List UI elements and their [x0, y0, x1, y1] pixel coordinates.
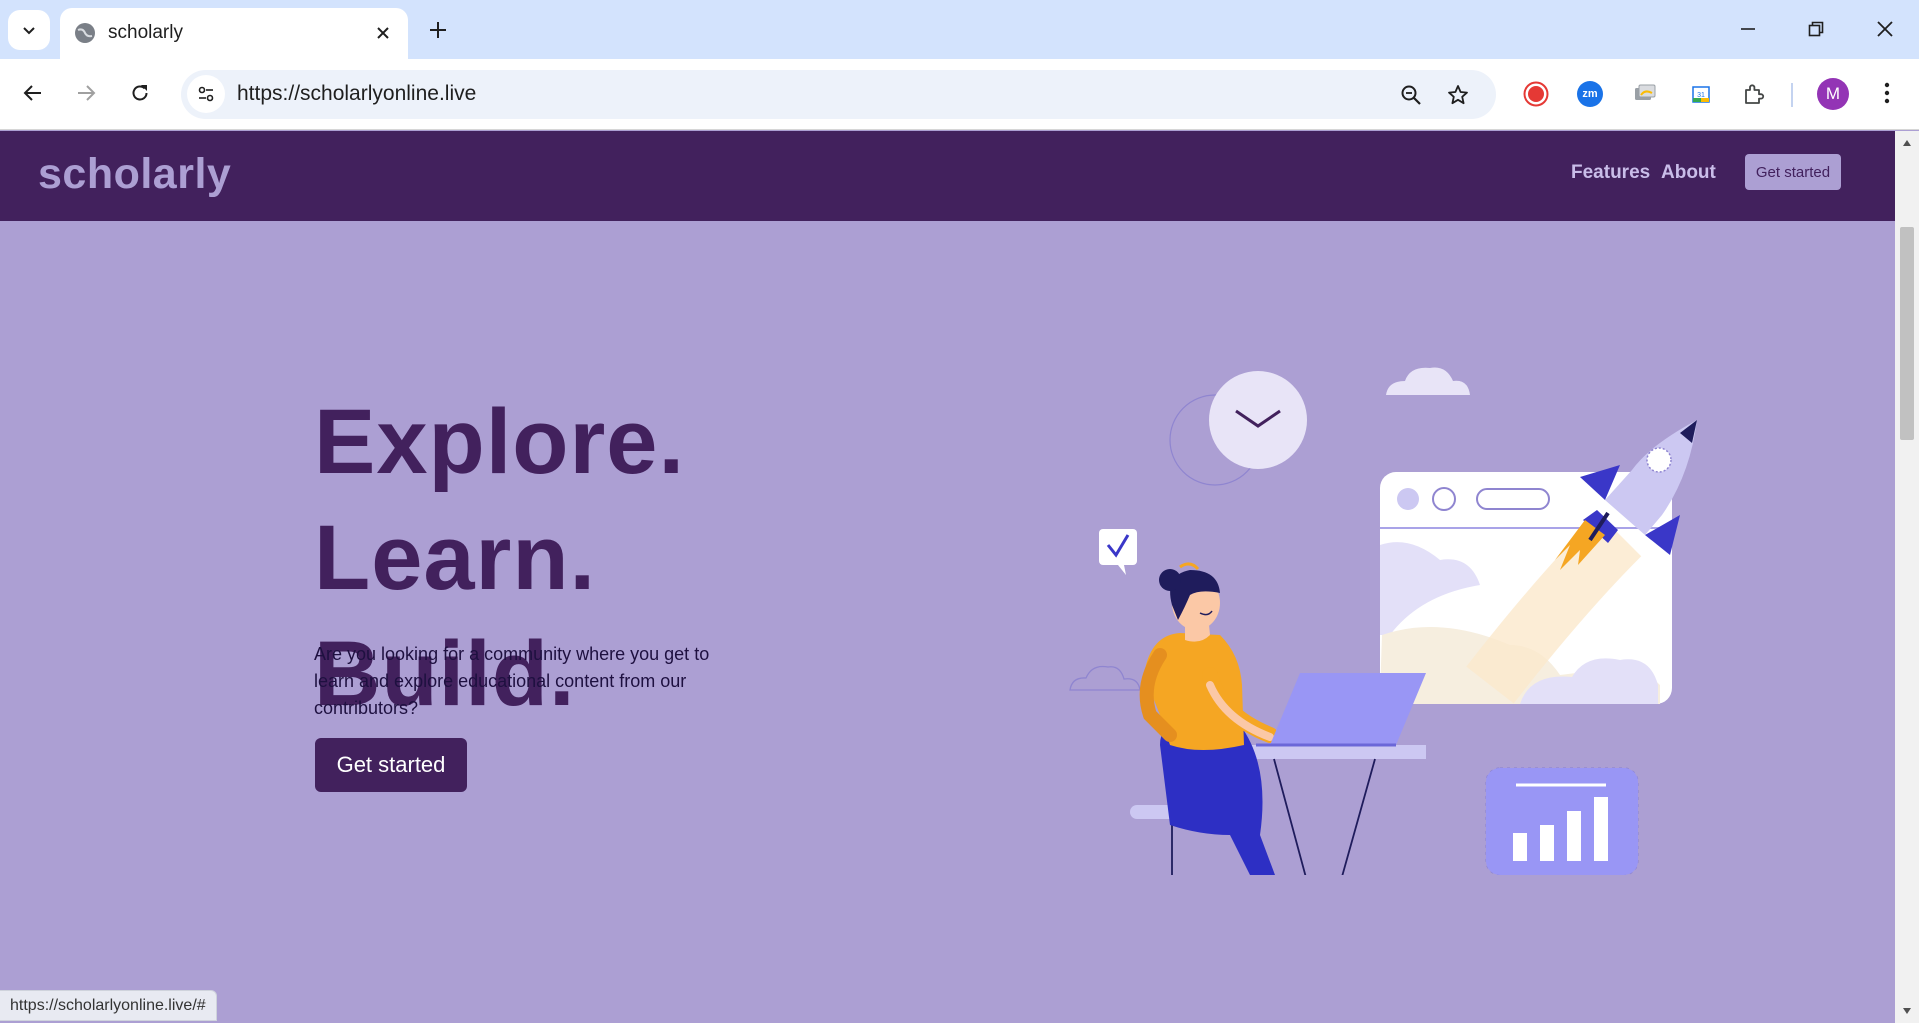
site-logo[interactable]: scholarly	[38, 150, 231, 199]
active-tab[interactable]: scholarly	[60, 8, 408, 59]
reload-button[interactable]	[120, 73, 160, 113]
site-navbar: scholarly Features About Get started	[0, 131, 1895, 221]
hero-illustration	[1069, 367, 1697, 875]
tab-close-button[interactable]	[368, 18, 398, 48]
record-extension-button[interactable]	[1518, 76, 1554, 112]
zoom-extension-icon: zm	[1577, 81, 1603, 107]
browser-tab-strip: scholarly	[0, 0, 1919, 59]
extensions-button[interactable]	[1736, 76, 1772, 112]
reload-icon	[132, 85, 148, 101]
nav-link-about[interactable]: About	[1661, 162, 1716, 184]
scroll-up-button[interactable]	[1895, 131, 1919, 155]
url-text[interactable]: https://scholarlyonline.live	[237, 82, 476, 106]
close-icon	[377, 27, 389, 39]
page-scrollbar[interactable]	[1895, 131, 1919, 1023]
close-window-button[interactable]	[1861, 8, 1909, 50]
triangle-down-icon	[1903, 1008, 1911, 1014]
plus-icon	[430, 22, 446, 38]
restore-button[interactable]	[1792, 8, 1840, 50]
profile-avatar[interactable]: M	[1817, 78, 1849, 110]
new-tab-button[interactable]	[422, 14, 454, 46]
nav-link-features[interactable]: Features	[1571, 162, 1650, 184]
screen-share-extension-icon	[1635, 84, 1656, 100]
extensions-puzzle-icon	[1745, 84, 1765, 104]
bar-chart-card-icon	[1485, 767, 1639, 875]
screen-share-extension-button[interactable]	[1627, 76, 1663, 112]
clock-icon	[1169, 371, 1307, 486]
checkmark-bubble-icon	[1099, 529, 1137, 575]
zoom-button[interactable]	[1395, 79, 1427, 111]
calendar-extension-button[interactable]: 31	[1683, 76, 1719, 112]
record-extension-icon	[1523, 81, 1549, 107]
svg-text:31: 31	[1697, 92, 1705, 99]
cloud-icon	[1386, 367, 1470, 395]
tab-search-button[interactable]	[8, 10, 50, 50]
address-bar[interactable]: https://scholarlyonline.live	[181, 70, 1496, 119]
minimize-button[interactable]	[1724, 8, 1772, 50]
close-icon	[1877, 21, 1893, 37]
hero-headline-line-1: Explore.	[314, 391, 686, 493]
scroll-down-button[interactable]	[1895, 999, 1919, 1023]
scroll-thumb[interactable]	[1900, 227, 1914, 440]
star-outline-icon	[1448, 85, 1468, 105]
calendar-extension-icon: 31	[1692, 86, 1710, 103]
arrow-left-icon	[23, 85, 41, 101]
nav-get-started-button[interactable]: Get started	[1745, 154, 1841, 190]
toolbar-separator	[1791, 83, 1793, 107]
globe-icon	[75, 23, 95, 43]
tab-title: scholarly	[108, 22, 183, 43]
bookmark-button[interactable]	[1442, 79, 1474, 111]
forward-button[interactable]	[66, 73, 106, 113]
tune-icon	[198, 86, 214, 102]
hero-lead-text: Are you looking for a community where yo…	[314, 644, 710, 718]
hero-headline-line-2: Learn.	[314, 507, 597, 609]
site-info-button[interactable]	[187, 75, 225, 113]
zoom-out-icon	[1401, 85, 1421, 105]
link-status-bubble: https://scholarlyonline.live/#	[0, 990, 217, 1021]
laptop-icon	[1256, 673, 1426, 747]
minimize-icon	[1741, 28, 1755, 30]
zoom-extension-button[interactable]: zm	[1572, 76, 1608, 112]
back-button[interactable]	[13, 73, 53, 113]
browser-toolbar: https://scholarlyonline.live zm 31 M	[0, 59, 1919, 130]
cloud-outline-icon	[1069, 665, 1141, 691]
person-at-laptop-icon	[1139, 562, 1278, 875]
more-vert-icon	[1884, 82, 1890, 104]
chevron-down-icon	[23, 27, 35, 35]
browser-menu-button[interactable]	[1867, 73, 1907, 113]
hero-get-started-button[interactable]: Get started	[315, 738, 467, 792]
triangle-up-icon	[1903, 140, 1911, 146]
restore-icon	[1808, 21, 1824, 37]
arrow-right-icon	[78, 85, 96, 101]
